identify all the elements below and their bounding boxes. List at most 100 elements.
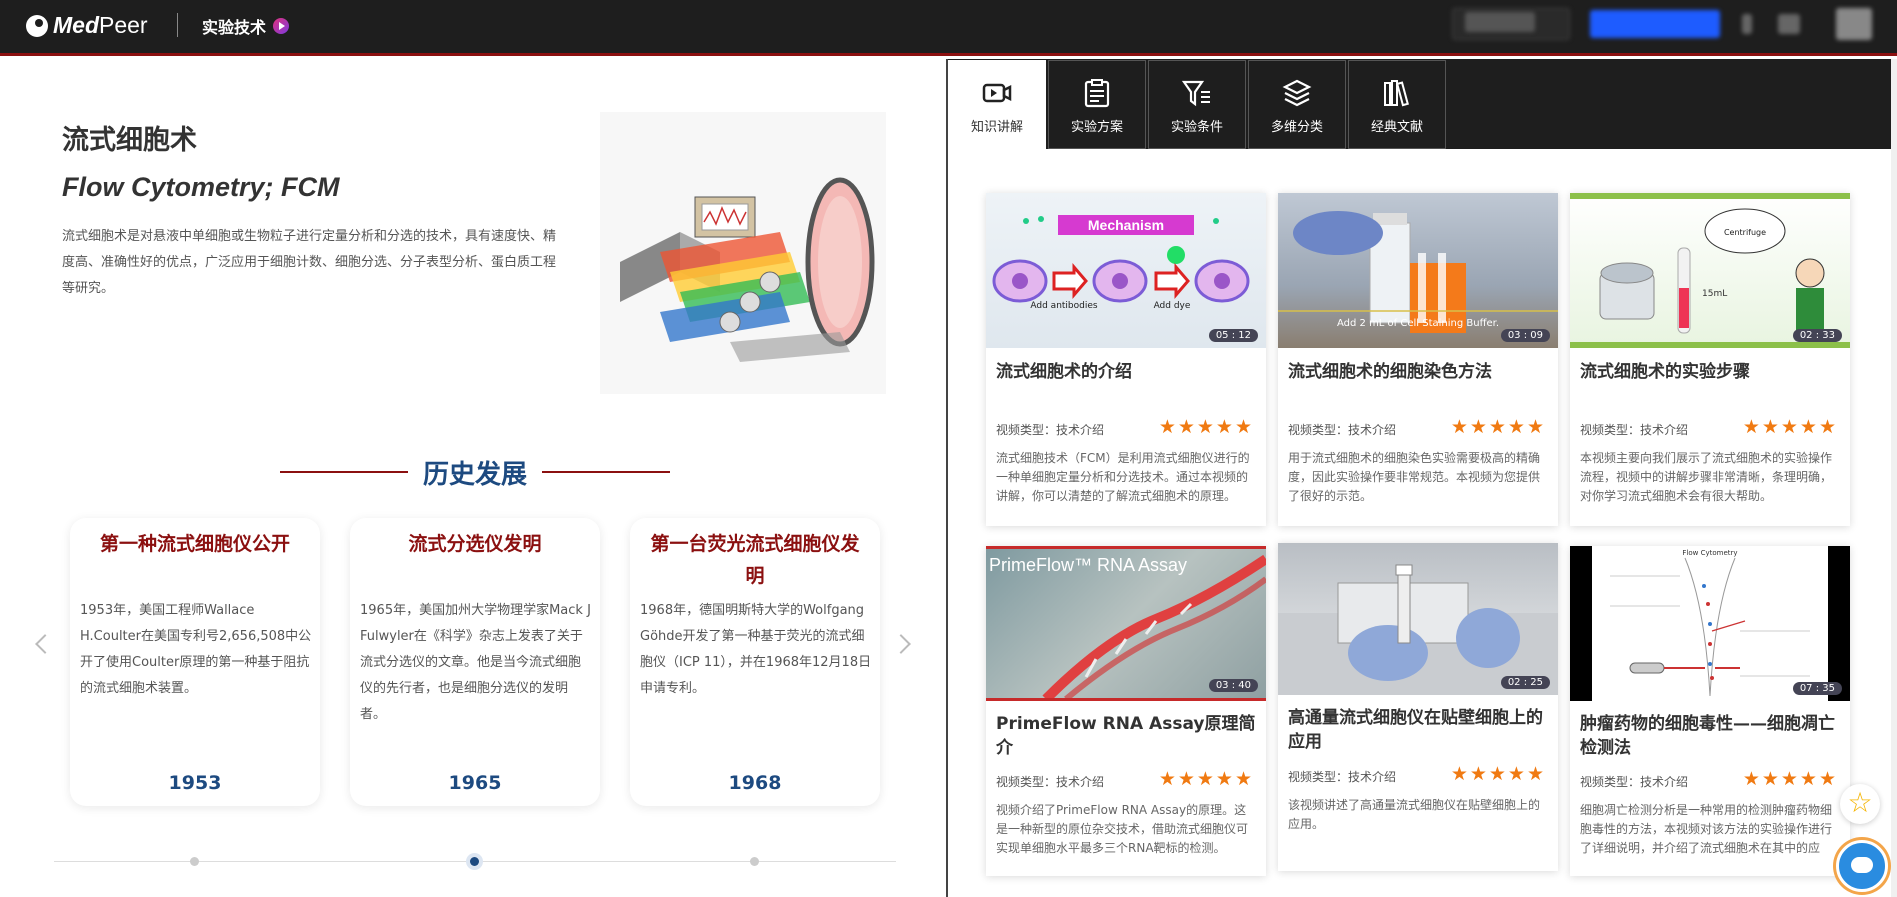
blurred-icon[interactable] (1778, 14, 1800, 34)
video-thumbnail[interactable]: Flow Cytometry 07 : 35 (1570, 546, 1850, 701)
timeline-dot[interactable] (750, 857, 759, 866)
clipboard-icon (1084, 79, 1110, 108)
history-card-title: 流式分选仪发明 (408, 533, 542, 555)
video-card[interactable]: Add 2 mL of Cell Staining Buffer. 03 : 0… (1278, 193, 1558, 526)
timeline-dot-active[interactable] (466, 853, 483, 870)
blurred-user-info (1465, 12, 1535, 32)
section-link[interactable]: 实验技术 (202, 14, 290, 38)
thumb-caption: Centrifuge (1724, 228, 1766, 237)
history-heading-text: 历史发展 (422, 459, 527, 490)
history-heading: 历史发展 (275, 452, 675, 492)
video-title[interactable]: 肿瘤药物的细胞毒性——细胞凋亡检测法 (1580, 712, 1842, 760)
heading-rule-right (542, 471, 670, 473)
thumb-caption: Add antibodies (1030, 301, 1098, 311)
video-description: 本视频主要向我们展示了流式细胞术的实验操作流程，视频中的讲解步骤非常清晰，条理明… (1580, 451, 1833, 503)
video-type: 视频类型：技术介绍 (996, 423, 1105, 437)
intro-description: 流式细胞术是对悬液中单细胞或生物粒子进行定量分析和分选的技术，具有速度快、精度高… (62, 229, 557, 296)
books-icon (1384, 80, 1409, 107)
tab-label: 实验方案 (1070, 120, 1123, 135)
rating-stars: ★★★★★ (1158, 768, 1254, 790)
avatar[interactable] (1836, 8, 1872, 40)
tab-label: 知识讲解 (970, 120, 1023, 135)
video-description: 视频介绍了PrimeFlow RNA Assay的原理。这是一种新型的原位杂交技… (996, 803, 1249, 855)
page-title: 流式细胞术 (62, 125, 197, 156)
video-duration: 05 : 12 (1208, 329, 1258, 342)
rating-stars: ★★★★★ (1742, 768, 1838, 790)
section-label: 实验技术 (202, 18, 267, 37)
history-card[interactable]: 第一台荧光流式细胞仪发明 1968年，德国明斯特大学的Wolfgang Göhd… (630, 518, 880, 806)
tab-knowledge[interactable]: 知识讲解 (948, 60, 1046, 149)
heading-rule-left (279, 471, 408, 473)
video-duration: 02 : 25 (1500, 676, 1550, 689)
history-card-year: 1968 (728, 772, 782, 794)
tab-label: 经典文献 (1370, 120, 1423, 135)
tab-protocol[interactable]: 实验方案 (1048, 60, 1146, 149)
video-title[interactable]: 高通量流式细胞仪在贴壁细胞上的应用 (1288, 706, 1550, 754)
tab-label: 实验条件 (1170, 120, 1223, 135)
medpeer-logo[interactable]: Med Peer (26, 12, 148, 39)
history-card-text: 1953年，美国工程师Wallace H.Coulter在美国专利号2,656,… (80, 603, 312, 696)
brand-bold: Med (53, 12, 99, 38)
video-type: 视频类型：技术介绍 (1580, 775, 1689, 789)
history-card-year: 1953 (168, 772, 222, 794)
history-card-title: 第一台荧光流式细胞仪发明 (650, 533, 860, 587)
chat-support-icon[interactable] (1836, 840, 1888, 892)
thumb-caption: Add 2 mL of Cell Staining Buffer. (1337, 318, 1499, 329)
video-title[interactable]: PrimeFlow RNA Assay原理简介 (996, 712, 1258, 760)
video-description: 流式细胞技术（FCM）是利用流式细胞仪进行的一种单细胞定量分析和分选技术。通过本… (996, 451, 1250, 503)
filter-icon (1181, 80, 1210, 107)
video-thumbnail[interactable]: Mechanism Add antibodies Add dye 05 : 12 (986, 193, 1266, 348)
history-card[interactable]: 第一种流式细胞仪公开 1953年，美国工程师Wallace H.Coulter在… (70, 518, 320, 806)
thumb-caption: PrimeFlow™ RNA Assay (989, 555, 1187, 575)
video-duration: 03 : 09 (1500, 329, 1550, 342)
video-title[interactable]: 流式细胞术的实验步骤 (1580, 360, 1842, 384)
video-card[interactable]: PrimeFlow™ RNA Assay 03 : 40 PrimeFlow R… (986, 546, 1266, 876)
rating-stars: ★★★★★ (1450, 763, 1546, 785)
tab-conditions[interactable]: 实验条件 (1148, 60, 1246, 149)
video-icon (982, 83, 1012, 103)
history-card[interactable]: 流式分选仪发明 1965年，美国加州大学物理学家Mack J Fulwyler在… (350, 518, 600, 806)
video-thumbnail[interactable]: Add 2 mL of Cell Staining Buffer. 03 : 0… (1278, 193, 1558, 348)
timeline-dot[interactable] (190, 857, 199, 866)
blurred-account-button[interactable] (1590, 10, 1720, 38)
thumb-caption: Flow Cytometry (1682, 549, 1737, 557)
video-duration: 07 : 35 (1792, 682, 1842, 695)
video-card[interactable]: 02 : 25 高通量流式细胞仪在贴壁细胞上的应用 视频类型：技术介绍 ★★★★… (1278, 543, 1558, 871)
video-card[interactable]: Flow Cytometry 07 : 35 肿瘤药物的细胞毒性——细胞凋亡检测… (1570, 546, 1850, 876)
video-description: 细胞凋亡检测分析是一种常用的检测肿瘤药物细胞毒性的方法，本视频对该方法的实验操作… (1580, 803, 1833, 855)
video-title[interactable]: 流式细胞术的细胞染色方法 (1288, 360, 1550, 384)
video-duration: 03 : 40 (1208, 679, 1258, 692)
play-icon (273, 18, 290, 34)
video-description: 用于流式细胞术的细胞染色实验需要极高的精确度，因此实验操作要非常规范。本视频为您… (1288, 451, 1541, 503)
medpeer-logo-icon (26, 14, 48, 37)
video-type: 视频类型：技术介绍 (1288, 770, 1397, 784)
scrollbar[interactable] (1891, 59, 1897, 897)
rating-stars: ★★★★★ (1158, 416, 1254, 438)
top-navbar: Med Peer 实验技术 (0, 0, 1897, 56)
video-card[interactable]: Mechanism Add antibodies Add dye 05 : 12… (986, 193, 1266, 526)
history-card-text: 1968年，德国明斯特大学的Wolfgang Göhde开发了第一种基于荧光的流… (640, 603, 872, 696)
video-type: 视频类型：技术介绍 (1288, 423, 1397, 437)
video-description: 该视频讲述了高通量流式细胞仪在贴壁细胞上的应用。 (1288, 798, 1541, 831)
video-type: 视频类型：技术介绍 (1580, 423, 1689, 437)
blurred-icon[interactable] (1742, 14, 1752, 34)
thumb-caption: 15mL (1702, 289, 1727, 299)
video-card[interactable]: 15mL Centrifuge 02 : 33 流式细胞术的实验步骤 视频类型：… (1570, 193, 1850, 526)
history-card-title: 第一种流式细胞仪公开 (99, 533, 290, 555)
thumb-caption: Add dye (1154, 301, 1191, 311)
history-card-year: 1965 (448, 772, 502, 794)
video-type: 视频类型：技术介绍 (996, 775, 1105, 789)
page-subtitle: Flow Cytometry; FCM (62, 172, 340, 202)
tab-categories[interactable]: 多维分类 (1248, 60, 1346, 149)
layers-icon (1282, 79, 1312, 107)
rating-stars: ★★★★★ (1450, 416, 1546, 438)
brand-rest: Peer (99, 12, 148, 38)
thumb-caption: Mechanism (1088, 217, 1164, 233)
video-thumbnail[interactable]: 02 : 25 (1278, 543, 1558, 695)
video-thumbnail[interactable]: 15mL Centrifuge 02 : 33 (1570, 193, 1850, 348)
video-title[interactable]: 流式细胞术的介绍 (996, 360, 1258, 384)
video-thumbnail[interactable]: PrimeFlow™ RNA Assay 03 : 40 (986, 546, 1266, 701)
tab-label: 多维分类 (1270, 120, 1323, 135)
tab-literature[interactable]: 经典文献 (1348, 60, 1446, 149)
favorite-star-icon[interactable]: ☆ (1840, 784, 1880, 824)
